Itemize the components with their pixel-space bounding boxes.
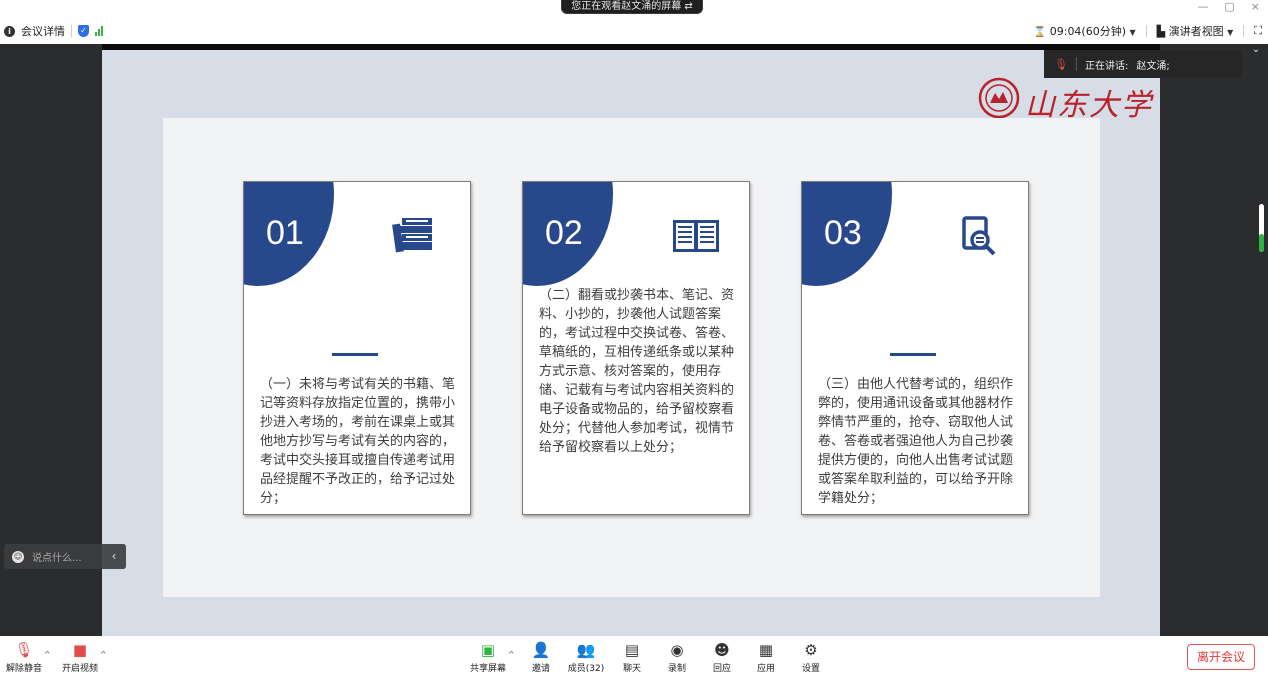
muted-mic-icon: 🎙: [14, 641, 34, 659]
layout-icon: ▙: [1156, 25, 1166, 38]
apps-label: 应用: [756, 664, 775, 674]
active-speaker-indicator: 🎙 正在讲话: 赵文涌;: [1044, 50, 1242, 78]
record-button[interactable]: ◉ 录制: [657, 639, 697, 677]
document-search-icon: [962, 216, 996, 256]
speaker-name: 赵文涌;: [1136, 60, 1170, 72]
timer-text: 09:04(60分钟): [1049, 25, 1127, 38]
shared-slide: 山东大学 01 （一）未将与考试有关的书籍、笔记等资料存放指定位置的，携带小抄进…: [102, 50, 1160, 636]
meeting-window: 您正在观看赵文涌的屏幕 ⇄ — ▢ × i 会议详情 ✓ ⌛ 09:04(60分…: [0, 0, 1268, 678]
meeting-details-link[interactable]: 会议详情: [21, 23, 65, 39]
info-bar: i 会议详情 ✓ ⌛ 09:04(60分钟) ▼ ▙ 演讲者视图 ▼ ⛶: [0, 18, 1268, 44]
card-number: 02: [545, 214, 583, 252]
record-icon: ◉: [670, 641, 684, 659]
reactions-button[interactable]: ☻ 回应: [702, 639, 742, 677]
university-logo: 山东大学: [977, 76, 1151, 123]
chevron-up-icon[interactable]: ^: [508, 650, 515, 659]
unmute-label: 解除静音: [5, 664, 42, 674]
books-icon: [392, 218, 432, 253]
settings-label: 设置: [801, 664, 820, 674]
open-book-icon: [673, 220, 719, 252]
leave-meeting-button[interactable]: 离开会议: [1187, 644, 1255, 670]
card-text: （二）翻看或抄袭书本、笔记、资料、小抄的，抄袭他人试题答案的，考试过程中交换试卷…: [539, 288, 735, 455]
share-screen-icon: ▣: [480, 641, 496, 659]
chat-button[interactable]: ▤ 聊天: [612, 639, 652, 677]
chat-label: 聊天: [622, 664, 641, 674]
chevron-up-icon[interactable]: ^: [100, 650, 107, 659]
rule-card-01: 01 （一）未将与考试有关的书籍、笔记等资料存放指定位置的，携带小抄进入考场的，…: [243, 181, 471, 515]
meeting-stage: 山东大学 01 （一）未将与考试有关的书籍、笔记等资料存放指定位置的，携带小抄进…: [0, 44, 1268, 636]
chevron-down-icon: ▼: [1227, 28, 1234, 37]
chevron-left-icon[interactable]: ‹: [102, 544, 126, 569]
speaking-label: 正在讲话:: [1084, 60, 1129, 72]
chat-placeholder[interactable]: 说点什么...: [32, 549, 82, 564]
record-label: 录制: [667, 664, 686, 674]
volume-level-handle[interactable]: [1259, 204, 1264, 252]
network-signal-icon[interactable]: [95, 26, 103, 36]
invite-button[interactable]: 👤 邀请: [521, 639, 561, 677]
card-number: 01: [266, 214, 304, 252]
reactions-label: 回应: [712, 664, 731, 674]
unmute-button[interactable]: 🎙 解除静音: [4, 639, 44, 677]
start-video-label: 开启视频: [61, 664, 98, 674]
card-divider: [890, 353, 936, 356]
security-shield-icon[interactable]: ✓: [78, 25, 89, 37]
smile-icon[interactable]: ☺: [12, 550, 24, 563]
apps-button[interactable]: ▦ 应用: [746, 639, 786, 677]
start-video-button[interactable]: ■ 开启视频: [60, 639, 100, 677]
gear-icon: ⚙: [804, 641, 818, 659]
volume-level-fill: [1259, 234, 1264, 252]
card-number: 03: [824, 214, 862, 252]
meeting-timer[interactable]: ⌛ 09:04(60分钟) ▼: [1034, 23, 1136, 39]
invite-label: 邀请: [531, 664, 550, 674]
divider: [71, 25, 72, 37]
university-seal-icon: [978, 77, 1020, 119]
quick-chat-box[interactable]: ☺ 说点什么... ‹: [4, 544, 126, 569]
slide-content-panel: 01 （一）未将与考试有关的书籍、笔记等资料存放指定位置的，携带小抄进入考场的，…: [163, 118, 1100, 597]
view-mode-label: 演讲者视图: [1168, 25, 1224, 38]
share-screen-button[interactable]: ▣ 共享屏幕: [468, 639, 508, 677]
card-divider: [332, 353, 378, 356]
banner-text: 您正在观看赵文涌的屏幕: [571, 1, 682, 12]
divider: [1075, 57, 1077, 71]
view-mode-dropdown[interactable]: ▙ 演讲者视图 ▼: [1157, 23, 1234, 39]
rule-card-03: 03 （三）由他人代替考试的，组织作弊的，使用通讯设备或其他器材作弊情节严重的，…: [801, 181, 1029, 515]
exit-share-icon: ⇄: [684, 1, 693, 12]
minimize-button[interactable]: —: [1197, 0, 1208, 14]
invite-user-icon: 👤: [531, 641, 551, 659]
muted-mic-icon: 🎙: [1054, 57, 1068, 71]
card-text: （三）由他人代替考试的，组织作弊的，使用通讯设备或其他器材作弊情节严重的，抢夺、…: [818, 377, 1014, 506]
chevron-down-icon: ▼: [1129, 28, 1136, 37]
divider: [1145, 25, 1147, 37]
apps-grid-icon: ▦: [758, 641, 774, 659]
fullscreen-icon[interactable]: ⛶: [1254, 24, 1262, 38]
chevron-down-icon[interactable]: ⌄: [1244, 44, 1268, 58]
restore-button[interactable]: ▢: [1224, 0, 1234, 14]
screen-share-banner[interactable]: 您正在观看赵文涌的屏幕 ⇄: [561, 0, 703, 14]
reaction-icon: ☻: [714, 641, 730, 659]
members-button[interactable]: 👥 成员(32): [566, 639, 606, 677]
hourglass-icon: ⌛: [1033, 27, 1047, 38]
members-label: 成员(32): [567, 664, 605, 674]
members-icon: 👥: [576, 641, 596, 659]
card-text: （一）未将与考试有关的书籍、笔记等资料存放指定位置的，携带小抄进入考场的，考前在…: [260, 377, 456, 506]
divider: [1243, 25, 1245, 37]
info-icon[interactable]: i: [4, 25, 15, 37]
window-controls: — ▢ ×: [1197, 0, 1260, 14]
settings-button[interactable]: ⚙ 设置: [791, 639, 831, 677]
chevron-up-icon[interactable]: ^: [44, 650, 51, 659]
chat-icon: ▤: [624, 641, 640, 659]
rule-card-02: 02 （二）翻看或抄袭书本、笔记、资料、小抄的，抄袭他人试题答案的，考试过程中交…: [522, 181, 750, 515]
close-button[interactable]: ×: [1251, 0, 1260, 14]
share-screen-label: 共享屏幕: [469, 664, 506, 674]
video-off-icon: ■: [72, 641, 88, 659]
bottom-toolbar: 🎙 解除静音 ^ ■ 开启视频 ^ ▣ 共享屏幕 ^ 👤 邀请 👥 成员(32)…: [0, 636, 1268, 678]
